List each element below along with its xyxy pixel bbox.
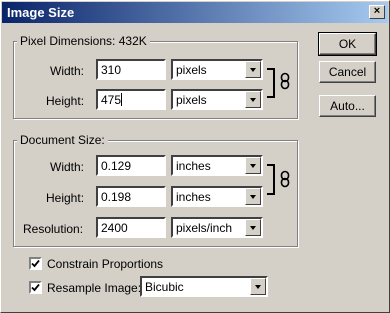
doc-width-unit-value: inches (176, 159, 211, 173)
document-size-legend: Document Size: (17, 133, 108, 147)
checkmark-icon (31, 259, 40, 268)
resolution-value: 2400 (101, 221, 128, 235)
text-caret (121, 93, 123, 106)
pixel-height-input[interactable]: 475 (96, 89, 166, 110)
pixel-dimensions-size: 432K (118, 34, 147, 48)
doc-height-input[interactable]: 0.198 (96, 186, 166, 207)
pixel-height-value: 475 (101, 93, 122, 107)
pixel-link-bracket (267, 68, 275, 98)
close-button[interactable]: × (369, 5, 385, 19)
pixel-height-label: Height: (46, 94, 85, 108)
pixel-width-input[interactable]: 310 (96, 59, 166, 80)
auto-button[interactable]: Auto... (319, 95, 376, 117)
constrain-proportions-checkbox[interactable] (29, 257, 42, 270)
doc-width-label: Width: (50, 160, 85, 174)
constrain-proportions-label[interactable]: Constrain Proportions (47, 257, 163, 271)
doc-width-unit-select[interactable]: inches (171, 155, 263, 176)
chevron-down-icon[interactable] (245, 157, 261, 174)
doc-link-bracket (267, 164, 275, 195)
pixel-dimensions-label: Pixel Dimensions: (20, 34, 116, 48)
doc-width-input[interactable]: 0.129 (96, 155, 166, 176)
chain-link-icon (280, 72, 290, 90)
resolution-unit-select[interactable]: pixels/inch (171, 217, 263, 238)
doc-height-value: 0.198 (101, 190, 132, 204)
chevron-down-icon[interactable] (245, 91, 261, 108)
doc-width-value: 0.129 (101, 159, 132, 173)
image-size-dialog: Image Size × Pixel Dimensions: 432K Widt… (0, 0, 390, 313)
resample-method-value: Bicubic (145, 280, 184, 294)
pixel-width-unit-value: pixels (176, 63, 207, 77)
chevron-down-icon[interactable] (245, 219, 261, 236)
chain-link-icon (280, 170, 290, 188)
chevron-down-icon[interactable] (250, 278, 266, 295)
chevron-down-icon[interactable] (245, 188, 261, 205)
resample-image-checkbox[interactable] (29, 281, 42, 294)
pixel-width-unit-select[interactable]: pixels (171, 59, 263, 80)
cancel-button[interactable]: Cancel (319, 61, 376, 83)
checkmark-icon (31, 283, 40, 292)
auto-button-label: Auto... (330, 99, 365, 113)
resolution-label: Resolution: (23, 222, 84, 236)
ok-button-label: OK (338, 37, 357, 51)
resolution-input[interactable]: 2400 (96, 217, 166, 238)
pixel-dimensions-legend: Pixel Dimensions: 432K (17, 34, 150, 48)
pixel-width-value: 310 (101, 63, 122, 77)
dialog-title: Image Size (7, 5, 75, 20)
close-icon: × (373, 5, 381, 17)
ok-button[interactable]: OK (318, 32, 377, 56)
resample-method-select[interactable]: Bicubic (140, 276, 268, 297)
cancel-button-label: Cancel (328, 65, 367, 79)
chevron-down-icon[interactable] (245, 61, 261, 78)
pixel-height-unit-select[interactable]: pixels (171, 89, 263, 110)
pixel-width-label: Width: (50, 64, 85, 78)
doc-height-unit-value: inches (176, 190, 211, 204)
resample-image-label[interactable]: Resample Image: (47, 281, 141, 295)
title-bar[interactable]: Image Size × (2, 2, 388, 23)
doc-height-unit-select[interactable]: inches (171, 186, 263, 207)
doc-height-label: Height: (46, 191, 85, 205)
resolution-unit-value: pixels/inch (176, 221, 233, 235)
pixel-height-unit-value: pixels (176, 93, 207, 107)
